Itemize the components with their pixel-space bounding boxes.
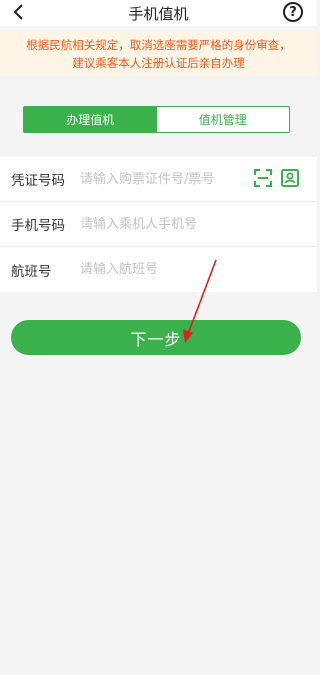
tab-switcher: 办理值机 值机管理 (23, 106, 290, 133)
id-number-row: 凭证号码 (0, 157, 317, 202)
flight-label: 航班号 (11, 263, 52, 280)
flight-row: 航班号 (0, 247, 317, 292)
id-number-label: 凭证号码 (11, 173, 65, 189)
phone-row: 手机号码 (0, 202, 317, 247)
id-icons (254, 169, 299, 187)
id-number-input[interactable] (80, 171, 230, 187)
notice-line-1: 根据民航相关规定，取消选座需要严格的身份审查， (26, 38, 291, 52)
flight-input[interactable] (80, 262, 230, 277)
next-step-button[interactable]: 下一步 (11, 320, 301, 355)
tab-check-in[interactable]: 办理值机 (24, 107, 157, 132)
help-button[interactable]: ? (283, 2, 303, 22)
phone-input[interactable] (80, 216, 230, 232)
notice-line-2: 建议乘客本人注册认证后亲自办理 (72, 56, 245, 70)
notice-banner: 根据民航相关规定，取消选座需要严格的身份审查， 建议乘客本人注册认证后亲自办理 (0, 32, 317, 76)
nav-bar: 手机值机 ? (0, 0, 317, 26)
question-circle-icon: ? (289, 4, 297, 20)
check-in-form: 凭证号码 手机号码 航班号 (0, 157, 317, 292)
scan-icon[interactable] (254, 169, 272, 187)
tab-check-in-management[interactable]: 值机管理 (157, 107, 290, 132)
phone-label: 手机号码 (11, 218, 65, 234)
contact-card-icon[interactable] (281, 169, 299, 187)
page-title: 手机值机 (128, 5, 189, 23)
